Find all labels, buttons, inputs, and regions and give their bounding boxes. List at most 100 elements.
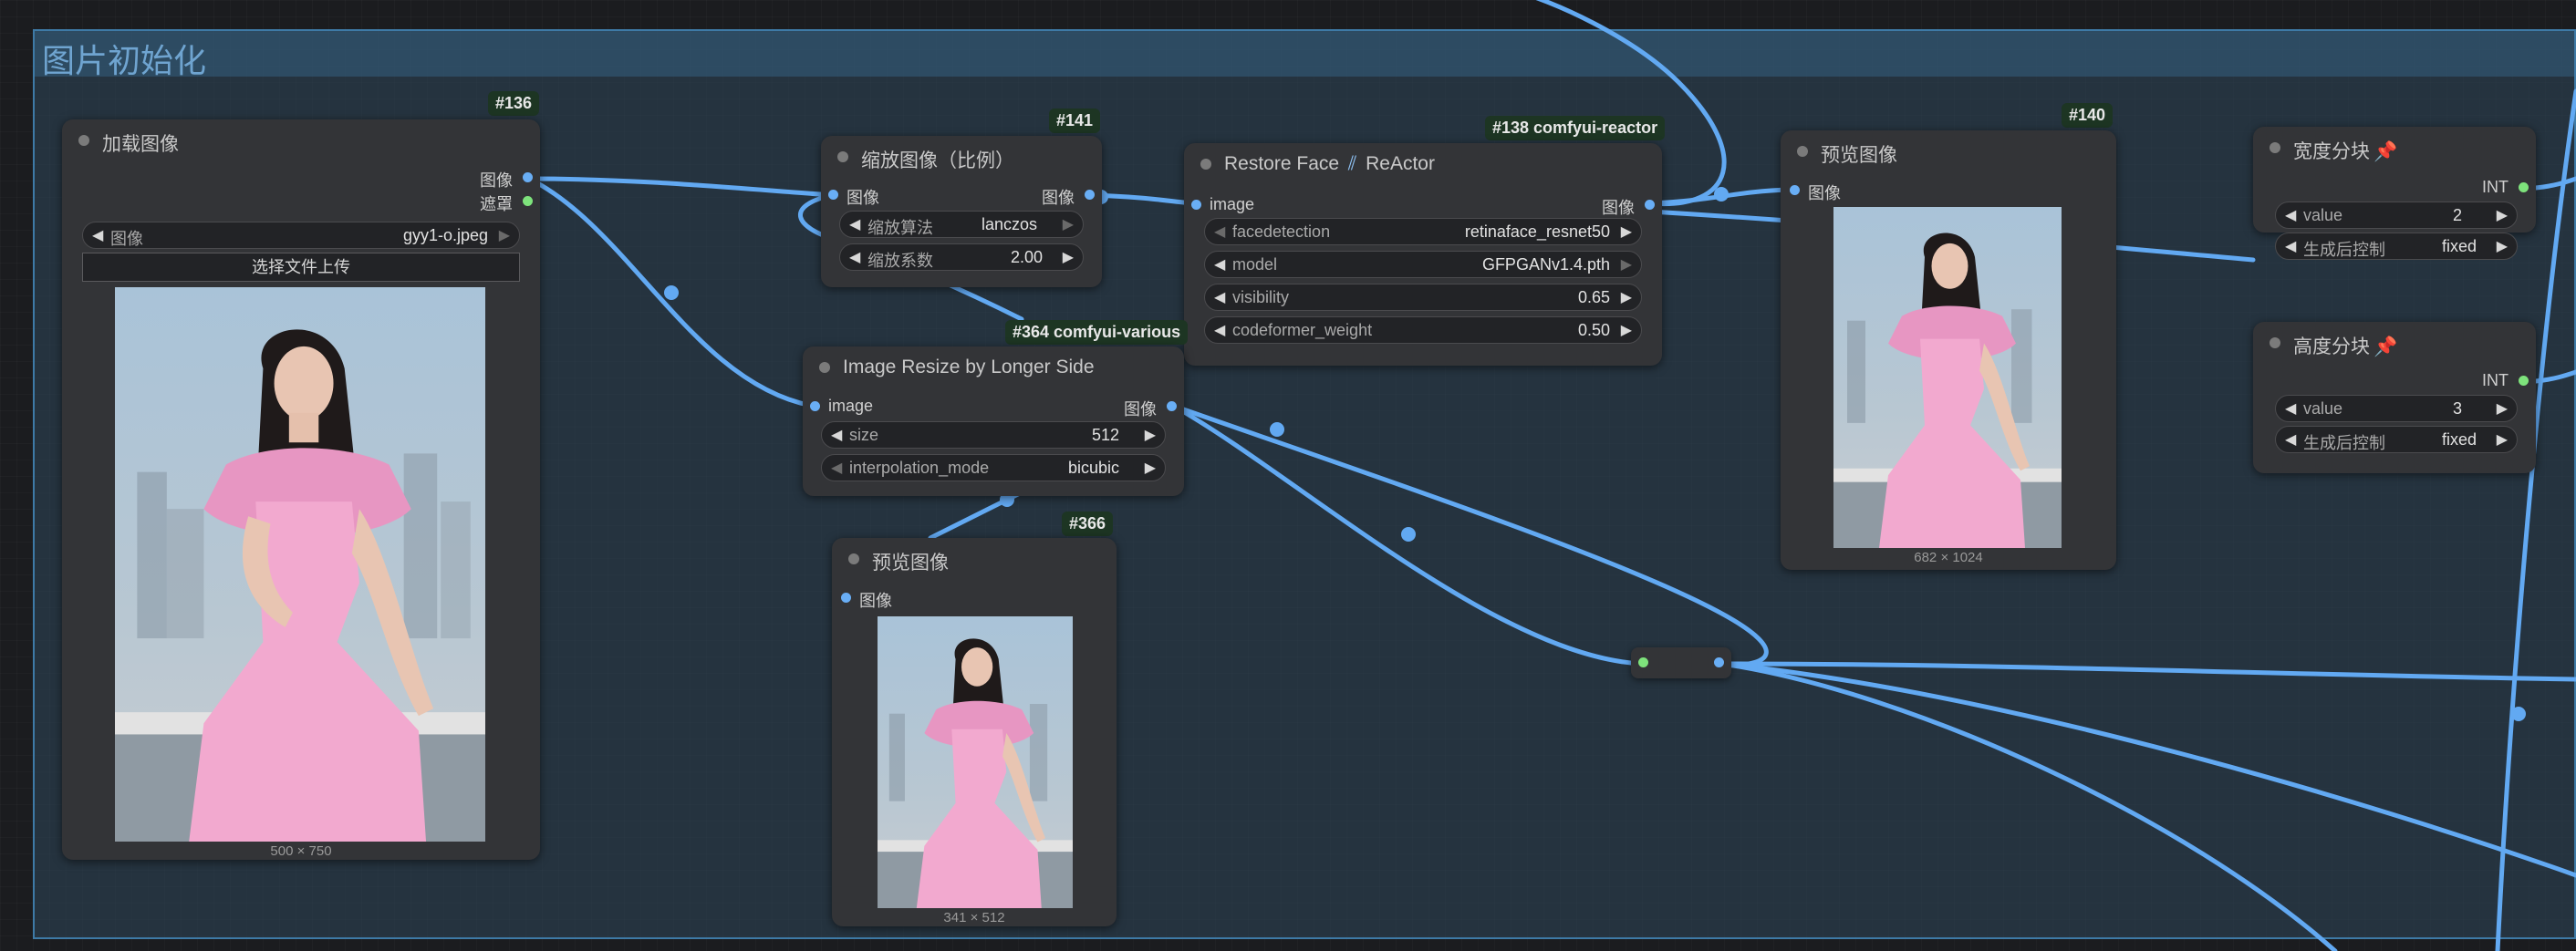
input-socket-image[interactable] bbox=[810, 401, 820, 411]
arrow-left-icon[interactable]: ◀ bbox=[849, 215, 860, 233]
input-socket-image[interactable] bbox=[1790, 185, 1800, 195]
node-header[interactable]: 高度分块 📌 bbox=[2253, 322, 2536, 364]
output-label-image: 图像 bbox=[1602, 199, 1635, 217]
input-socket-image[interactable] bbox=[841, 593, 851, 603]
node-graph-canvas[interactable]: 图片初始化 #136 加载图像 图像 遮罩 ◀ 图像 gyy1-o.jpeg ▶… bbox=[0, 0, 2576, 951]
value-widget[interactable]: ◀ value 2 ▶ bbox=[2275, 202, 2518, 229]
collapse-dot-icon[interactable] bbox=[78, 135, 89, 146]
reroute-output-socket[interactable] bbox=[1714, 657, 1724, 667]
node-badge-140: #140 bbox=[2062, 103, 2114, 128]
node-restore-face[interactable]: Restore Face ⫽ ReActor image 图像 ◀ facede… bbox=[1184, 143, 1662, 366]
arrow-right-icon[interactable]: ▶ bbox=[1063, 248, 1074, 266]
control-after-generate-widget[interactable]: ◀ 生成后控制 fixed ▶ bbox=[2275, 233, 2518, 260]
visibility-widget[interactable]: ◀ visibility 0.65 ▶ bbox=[1204, 284, 1642, 311]
arrow-left-icon[interactable]: ◀ bbox=[2285, 399, 2296, 418]
value-widget[interactable]: ◀ value 3 ▶ bbox=[2275, 395, 2518, 422]
node-header[interactable]: 预览图像 bbox=[832, 538, 1117, 580]
collapse-dot-icon[interactable] bbox=[1200, 159, 1211, 170]
widget-label: 生成后控制 bbox=[2303, 241, 2385, 259]
widget-label: 生成后控制 bbox=[2303, 434, 2385, 452]
arrow-right-icon[interactable]: ▶ bbox=[2497, 430, 2508, 449]
collapse-dot-icon[interactable] bbox=[848, 553, 859, 564]
widget-value: fixed bbox=[2441, 430, 2477, 449]
arrow-right-icon[interactable]: ▶ bbox=[1145, 426, 1156, 444]
node-load-image[interactable]: 加载图像 图像 遮罩 ◀ 图像 gyy1-o.jpeg ▶ 选择文件上传 500… bbox=[62, 119, 540, 860]
arrow-right-icon[interactable]: ▶ bbox=[499, 226, 510, 244]
arrow-right-icon[interactable]: ▶ bbox=[1621, 321, 1632, 339]
arrow-right-icon[interactable]: ▶ bbox=[1621, 288, 1632, 306]
output-socket-image[interactable] bbox=[523, 172, 533, 182]
node-preview-140[interactable]: 预览图像 图像 682 × 1024 bbox=[1781, 130, 2116, 570]
collapse-dot-icon[interactable] bbox=[819, 362, 830, 373]
arrow-left-icon[interactable]: ◀ bbox=[2285, 430, 2296, 449]
model-widget[interactable]: ◀ model GFPGANv1.4.pth ▶ bbox=[1204, 251, 1642, 278]
node-header[interactable]: 预览图像 bbox=[1781, 130, 2116, 172]
facedetection-widget[interactable]: ◀ facedetection retinaface_resnet50 ▶ bbox=[1204, 218, 1642, 245]
arrow-right-icon[interactable]: ▶ bbox=[1145, 459, 1156, 477]
node-title-main: Restore Face bbox=[1224, 153, 1340, 174]
interpolation-mode-widget[interactable]: ◀ interpolation_mode bicubic ▶ bbox=[821, 454, 1166, 481]
arrow-left-icon[interactable]: ◀ bbox=[1214, 255, 1225, 274]
arrow-right-icon[interactable]: ▶ bbox=[1621, 255, 1632, 274]
widget-value: fixed bbox=[2441, 237, 2477, 255]
collapse-dot-icon[interactable] bbox=[2270, 142, 2280, 153]
arrow-left-icon[interactable]: ◀ bbox=[1214, 321, 1225, 339]
widget-label: model bbox=[1232, 255, 1278, 274]
arrow-left-icon[interactable]: ◀ bbox=[831, 426, 842, 444]
reroute-node[interactable] bbox=[1631, 647, 1731, 678]
arrow-left-icon[interactable]: ◀ bbox=[849, 248, 860, 266]
output-label-image: 图像 bbox=[480, 171, 513, 190]
scale-factor-widget[interactable]: ◀ 缩放系数 2.00 ▶ bbox=[839, 243, 1084, 271]
arrow-right-icon[interactable]: ▶ bbox=[1621, 222, 1632, 241]
output-socket-int[interactable] bbox=[2519, 182, 2529, 192]
group-header[interactable]: 图片初始化 bbox=[35, 31, 2574, 79]
output-socket-int[interactable] bbox=[2519, 376, 2529, 386]
output-socket-mask[interactable] bbox=[523, 196, 533, 206]
control-after-generate-widget[interactable]: ◀ 生成后控制 fixed ▶ bbox=[2275, 426, 2518, 453]
widget-label: codeformer_weight bbox=[1232, 321, 1373, 339]
node-height-split[interactable]: 高度分块 📌 INT ◀ value 3 ▶ ◀ 生成后控制 fixed ▶ bbox=[2253, 322, 2536, 473]
arrow-right-icon[interactable]: ▶ bbox=[2497, 237, 2508, 255]
widget-value: GFPGANv1.4.pth bbox=[1481, 255, 1610, 274]
codeformer-weight-widget[interactable]: ◀ codeformer_weight 0.50 ▶ bbox=[1204, 316, 1642, 344]
arrow-left-icon[interactable]: ◀ bbox=[831, 459, 842, 477]
node-badge-136: #136 bbox=[488, 91, 540, 116]
node-resize-longer-side[interactable]: Image Resize by Longer Side image 图像 ◀ s… bbox=[803, 346, 1184, 496]
output-socket-image[interactable] bbox=[1645, 200, 1655, 210]
arrow-right-icon[interactable]: ▶ bbox=[1063, 215, 1074, 233]
widget-label: interpolation_mode bbox=[849, 459, 990, 477]
arrow-left-icon[interactable]: ◀ bbox=[92, 226, 103, 244]
reroute-input-socket[interactable] bbox=[1638, 657, 1648, 667]
output-socket-image[interactable] bbox=[1085, 190, 1095, 200]
upload-file-button[interactable]: 选择文件上传 bbox=[82, 253, 520, 282]
node-scale-image[interactable]: 缩放图像（比例） 图像 图像 ◀ 缩放算法 lanczos ▶ ◀ 缩放系数 2… bbox=[821, 136, 1102, 287]
node-preview-366[interactable]: 预览图像 图像 341 × 512 bbox=[832, 538, 1117, 926]
arrow-left-icon[interactable]: ◀ bbox=[1214, 222, 1225, 241]
image-size-caption: 682 × 1024 bbox=[1914, 550, 1983, 565]
arrow-left-icon[interactable]: ◀ bbox=[1214, 288, 1225, 306]
node-header[interactable]: 加载图像 bbox=[62, 119, 540, 161]
widget-label: 缩放系数 bbox=[867, 252, 933, 270]
arrow-left-icon[interactable]: ◀ bbox=[2285, 237, 2296, 255]
arrow-right-icon[interactable]: ▶ bbox=[2497, 206, 2508, 224]
node-header[interactable]: 宽度分块 📌 bbox=[2253, 127, 2536, 169]
node-title: Image Resize by Longer Side bbox=[843, 357, 1095, 377]
arrow-right-icon[interactable]: ▶ bbox=[2497, 399, 2508, 418]
node-header[interactable]: Image Resize by Longer Side bbox=[803, 346, 1184, 388]
scale-method-widget[interactable]: ◀ 缩放算法 lanczos ▶ bbox=[839, 211, 1084, 238]
collapse-dot-icon[interactable] bbox=[1797, 146, 1808, 157]
image-combo-widget[interactable]: ◀ 图像 gyy1-o.jpeg ▶ bbox=[82, 222, 520, 249]
collapse-dot-icon[interactable] bbox=[837, 151, 848, 162]
input-socket-image[interactable] bbox=[828, 190, 838, 200]
output-socket-image[interactable] bbox=[1167, 401, 1177, 411]
size-widget[interactable]: ◀ size 512 ▶ bbox=[821, 421, 1166, 449]
image-size-caption: 500 × 750 bbox=[270, 843, 332, 859]
input-socket-image[interactable] bbox=[1191, 200, 1201, 210]
node-header[interactable]: Restore Face ⫽ ReActor bbox=[1184, 143, 1662, 185]
node-header[interactable]: 缩放图像（比例） bbox=[821, 136, 1102, 178]
arrow-left-icon[interactable]: ◀ bbox=[2285, 206, 2296, 224]
collapse-dot-icon[interactable] bbox=[2270, 337, 2280, 348]
widget-value: lanczos bbox=[981, 215, 1037, 233]
widget-value: retinaface_resnet50 bbox=[1464, 222, 1610, 241]
node-width-split[interactable]: 宽度分块 📌 INT ◀ value 2 ▶ ◀ 生成后控制 fixed ▶ bbox=[2253, 127, 2536, 260]
